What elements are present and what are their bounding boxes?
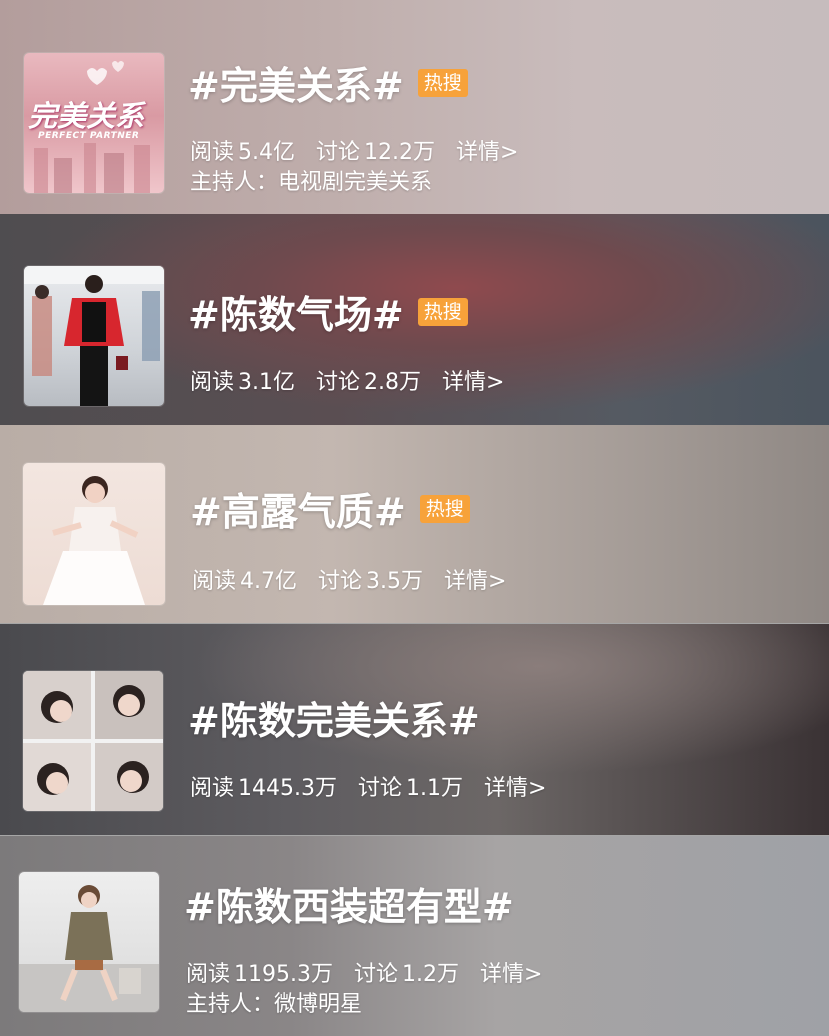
discuss-count: 讨论 1.1万 [358,776,464,801]
topic-title-text: #陈数完美关系# [188,699,480,743]
discuss-count: 讨论 1.2万 [354,962,460,987]
read-count: 阅读 1195.3万 [186,962,333,987]
topic-stats: 阅读 1195.3万 讨论 1.2万 详情> [186,956,556,988]
topic-thumbnail[interactable] [19,872,159,1012]
discuss-count: 讨论 2.8万 [316,370,422,395]
host-name[interactable]: 电视剧完美关系 [278,170,432,195]
photo-woman-red-jacket [24,266,164,406]
topic-host: 主持人：微博明星 [186,986,362,1018]
details-link[interactable]: 详情> [444,569,506,594]
details-link[interactable]: 详情> [484,776,546,801]
topic-thumbnail[interactable] [23,671,163,811]
topic-stats: 阅读 4.7亿 讨论 3.5万 详情> [192,563,520,595]
topic-stats: 阅读 5.4亿 讨论 12.2万 详情> [190,134,532,166]
topic-thumbnail[interactable]: 完美关系 PERFECT PARTNER [24,53,164,193]
host-label: 主持人： [190,170,279,195]
topic-thumbnail[interactable] [23,463,165,605]
topic-title-text: #高露气质# [190,490,406,534]
topic-title-text: #陈数气场# [188,293,404,337]
topic-title-text: #完美关系# [188,64,404,108]
details-link[interactable]: 详情> [442,370,504,395]
topic-title[interactable]: #完美关系# 热搜 [188,55,468,110]
read-count: 阅读 3.1亿 [190,370,296,395]
details-link[interactable]: 详情> [480,962,542,987]
photo-woman-white-dress [43,476,145,605]
details-link[interactable]: 详情> [456,140,518,165]
topic-title[interactable]: #高露气质# 热搜 [190,481,470,536]
topic-card-1[interactable]: 完美关系 PERFECT PARTNER #完美关系# 热搜 阅读 5.4亿 讨论… [0,0,829,214]
hot-search-badge: 热搜 [419,494,470,523]
topic-title[interactable]: #陈数西装超有型# [184,876,514,931]
poster-subtitle: PERFECT PARTNER [38,131,140,141]
host-label: 主持人： [186,992,275,1017]
discuss-count: 讨论 12.2万 [316,140,436,165]
discuss-count: 讨论 3.5万 [318,569,424,594]
hot-search-badge: 热搜 [417,297,468,326]
read-count: 阅读 1445.3万 [190,776,337,801]
topic-card-4[interactable]: #陈数完美关系# 阅读 1445.3万 讨论 1.1万 详情> [0,624,829,835]
poster-title: 完美关系 [28,99,145,133]
topic-title[interactable]: #陈数完美关系# [188,690,480,745]
topic-stats: 阅读 3.1亿 讨论 2.8万 详情> [190,364,518,396]
topic-thumbnail[interactable] [24,266,164,406]
read-count: 阅读 5.4亿 [190,140,296,165]
photo-woman-suit [19,885,159,1012]
topic-card-3[interactable]: #高露气质# 热搜 阅读 4.7亿 讨论 3.5万 详情> [0,425,829,623]
host-name[interactable]: 微博明星 [274,992,362,1017]
hot-search-badge: 热搜 [417,68,468,97]
read-count: 阅读 4.7亿 [192,569,298,594]
photo-collage [23,671,163,811]
topic-card-2[interactable]: #陈数气场# 热搜 阅读 3.1亿 讨论 2.8万 详情> [0,214,829,425]
topic-stats: 阅读 1445.3万 讨论 1.1万 详情> [190,770,560,802]
topic-title[interactable]: #陈数气场# 热搜 [188,284,468,339]
topic-title-text: #陈数西装超有型# [184,885,514,929]
topic-card-5[interactable]: #陈数西装超有型# 阅读 1195.3万 讨论 1.2万 详情> 主持人：微博明星 [0,836,829,1036]
topic-host: 主持人：电视剧完美关系 [190,164,432,196]
